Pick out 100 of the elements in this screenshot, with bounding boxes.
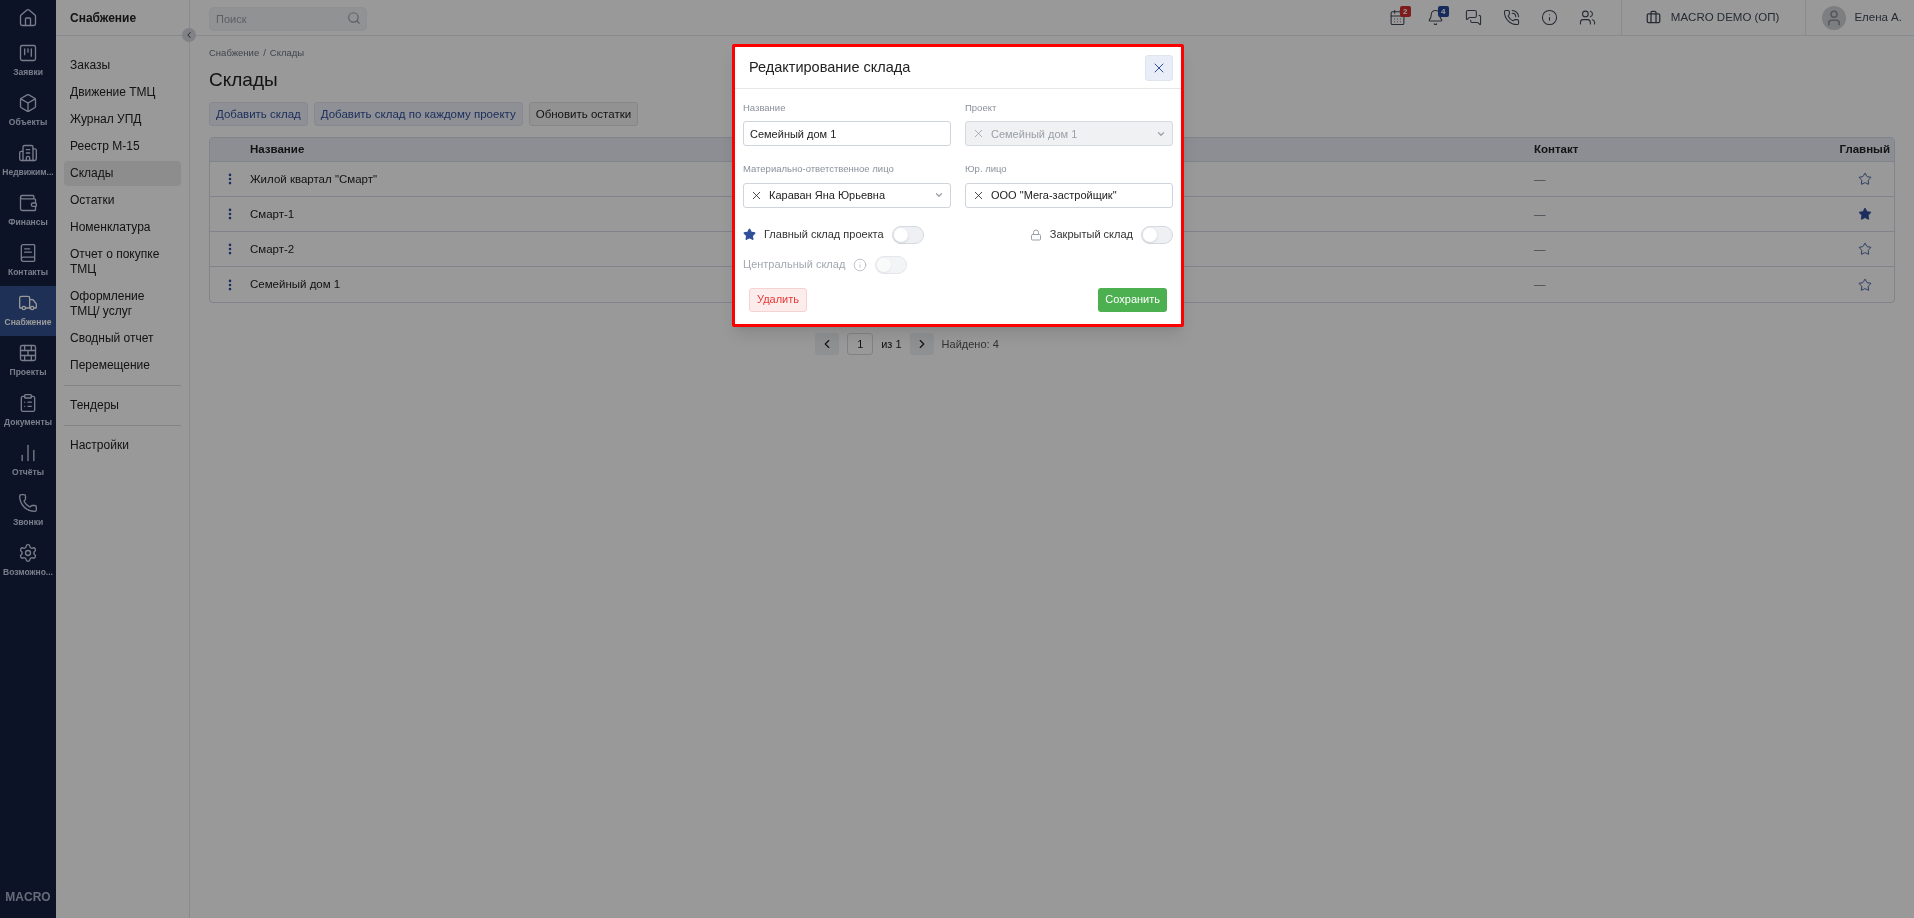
calendar-icon (1389, 9, 1407, 26)
found-count: Найдено: 4 (941, 337, 999, 352)
cube-icon (18, 93, 38, 114)
page-title: Склады (209, 68, 278, 93)
field-label: Название (743, 101, 787, 115)
table-cell-text: — (1534, 171, 1547, 187)
avatar (1822, 5, 1847, 30)
input-field[interactable]: Семейный дом 1 (743, 121, 951, 147)
brick-wall-icon (18, 343, 38, 364)
count-badge: 2 (1399, 5, 1411, 17)
toolbar-button[interactable]: 4 (1416, 3, 1455, 32)
briefcase-icon (1645, 10, 1661, 25)
field-label: Юр. лицо (965, 162, 1008, 177)
submenu-item[interactable]: Остатки (64, 188, 181, 213)
lock-icon (1029, 228, 1042, 241)
info-icon (1541, 9, 1559, 26)
submenu-item[interactable]: Номенклатура (64, 215, 181, 240)
wallet-icon (18, 193, 38, 214)
rail-item[interactable]: Недвижим... (0, 136, 56, 186)
star-icon[interactable] (1858, 207, 1872, 222)
rail-item[interactable]: Заявки (0, 36, 56, 86)
page-number: 1 (847, 333, 874, 356)
search-icon (347, 10, 361, 25)
book-icon (18, 243, 38, 264)
page-count: из 1 (881, 337, 902, 352)
collapse-button[interactable] (182, 28, 196, 42)
building-icon (18, 143, 38, 164)
column-header: Название (250, 142, 306, 158)
breadcrumb-link[interactable]: Снабжение (209, 46, 260, 61)
submenu-item[interactable]: Настройки (64, 433, 181, 458)
delete-button[interactable]: Удалить (749, 287, 807, 312)
action-button[interactable]: Добавить склад (209, 102, 308, 127)
bell-icon (1427, 9, 1445, 26)
save-button[interactable]: Сохранить (1098, 287, 1167, 312)
previous-page-button[interactable] (815, 333, 840, 356)
phone-call-icon (1503, 9, 1521, 26)
submenu-item[interactable]: Сводный отчет (64, 326, 181, 351)
toggle-label: Закрытый склад (1049, 227, 1133, 243)
rail-item[interactable]: Возможно... (0, 536, 56, 586)
star-icon[interactable] (1858, 172, 1872, 187)
select-field[interactable]: Караван Яна Юрьевна (743, 182, 951, 208)
settings-icon (18, 543, 38, 564)
column-header: Главный (1838, 142, 1891, 158)
close-button[interactable] (1145, 54, 1173, 81)
rail-item[interactable]: Проекты (0, 336, 56, 386)
chat-icon (1465, 9, 1483, 26)
toggle-switch[interactable] (891, 225, 924, 244)
field-label: Проект (965, 101, 998, 115)
submenu-item[interactable]: Отчет о покупке ТМЦ (64, 242, 181, 282)
user-name: Елена А. (1854, 9, 1902, 25)
field-label: Материально-ответственное лицо (743, 162, 895, 177)
column-header: Контакт (1534, 142, 1580, 158)
table-cell: Семейный дом 1 (250, 278, 341, 291)
star-icon[interactable] (1858, 242, 1872, 257)
breadcrumb-link[interactable]: Склады (269, 46, 305, 61)
dialog-title: Редактирование склада (749, 57, 911, 77)
submenu-item[interactable]: Журнал УПД (64, 107, 181, 132)
table-cell-text: — (1534, 241, 1547, 257)
rail-item[interactable]: Контакты (0, 236, 56, 286)
board-icon (18, 43, 38, 64)
users-icon (1579, 9, 1597, 26)
rail-item[interactable]: Финансы (0, 186, 56, 236)
company-name: MACRO DEMO (ОП) (1670, 9, 1780, 25)
table-cell: Смарт-1 (250, 207, 295, 220)
submenu-item[interactable]: Движение ТМЦ (64, 80, 181, 105)
chevron-left-icon (184, 30, 194, 40)
rail-item[interactable]: Звонки (0, 486, 56, 536)
table-cell-text: — (1534, 206, 1547, 222)
star-icon[interactable] (1858, 277, 1872, 292)
toggle-switch[interactable] (1141, 225, 1173, 244)
section-title: Снабжение (70, 9, 137, 27)
submenu-item[interactable]: Заказы (64, 53, 181, 78)
submenu-item[interactable]: Реестр М-15 (64, 134, 181, 159)
next-page-button[interactable] (909, 333, 934, 356)
rail-item[interactable]: Отчёты (0, 436, 56, 486)
toolbar-button[interactable]: 2 (1378, 3, 1417, 32)
clipboard-icon (18, 393, 38, 414)
dropdown-caret-icon (934, 190, 944, 200)
submenu-item[interactable]: Перемещение (64, 353, 181, 378)
table-cell-text: — (1534, 277, 1547, 293)
rail-item[interactable]: Объекты (0, 86, 56, 136)
rail-item[interactable]: Документы (0, 386, 56, 436)
submenu-item[interactable]: Склады (64, 161, 181, 186)
count-badge: 4 (1437, 5, 1449, 17)
table-cell: Жилой квартал "Смарт" (250, 172, 378, 185)
phone-icon (18, 493, 38, 514)
star-icon (743, 228, 756, 241)
select-field[interactable]: ООО "Мега-застройщик" (965, 182, 1173, 208)
action-button[interactable]: Обновить остатки (528, 102, 639, 127)
info-icon (853, 257, 868, 272)
action-button[interactable]: Добавить склад по каждому проекту (313, 102, 523, 127)
toggle-label: Главный склад проекта (764, 227, 884, 243)
home-icon (18, 8, 38, 28)
table-cell: Смарт-2 (250, 242, 295, 255)
submenu-item[interactable]: Оформление ТМЦ/ услуг (64, 284, 181, 324)
toggle-label: Центральный склад (743, 257, 846, 273)
breadcrumb-separator: / (263, 46, 266, 60)
brand-logo: MACRO (4, 889, 52, 906)
rail-item[interactable]: Снабжение (0, 286, 56, 336)
submenu-item[interactable]: Тендеры (64, 393, 181, 418)
